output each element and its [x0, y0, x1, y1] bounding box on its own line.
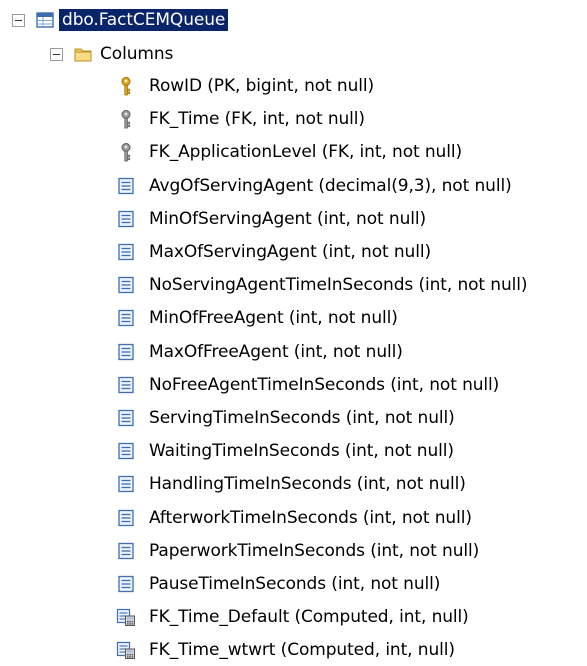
- column-icon: [118, 476, 134, 493]
- column-item[interactable]: RowID (PK, bigint, not null): [116, 70, 377, 102]
- column-icon: [118, 277, 134, 294]
- column-item[interactable]: MinOfServingAgent (int, not null): [116, 203, 429, 235]
- column-icon: [118, 509, 134, 526]
- tree-node-table[interactable]: dbo.FactCEMQueue: [12, 4, 229, 36]
- column-item-label: AfterworkTimeInSeconds (int, not null): [149, 507, 472, 528]
- column-item[interactable]: FK_Time_wtwrt (Computed, int, null): [116, 634, 458, 666]
- object-explorer-tree: dbo.FactCEMQueue Columns RowID (PK, bigi…: [0, 0, 587, 660]
- column-item-label: PaperworkTimeInSeconds (int, not null): [149, 540, 480, 561]
- column-item-label: FK_Time (FK, int, not null): [149, 109, 365, 130]
- column-item[interactable]: FK_Time (FK, int, not null): [116, 103, 368, 135]
- column-item[interactable]: WaitingTimeInSeconds (int, not null): [116, 435, 457, 467]
- column-item-label: NoServingAgentTimeInSeconds (int, not nu…: [149, 275, 528, 296]
- column-item[interactable]: PaperworkTimeInSeconds (int, not null): [116, 535, 482, 567]
- column-item[interactable]: FK_Time_Default (Computed, int, null): [116, 601, 472, 633]
- column-item[interactable]: MaxOfFreeAgent (int, not null): [116, 336, 406, 368]
- column-icon: [118, 210, 134, 227]
- computed-column-icon: [116, 609, 135, 627]
- column-item-label: WaitingTimeInSeconds (int, not null): [149, 441, 454, 462]
- column-item[interactable]: ServingTimeInSeconds (int, not null): [116, 402, 458, 434]
- column-icon: [118, 542, 134, 559]
- column-icon: [118, 443, 134, 460]
- column-icon: [118, 409, 134, 427]
- column-item[interactable]: MaxOfServingAgent (int, not null): [116, 236, 434, 268]
- column-item[interactable]: AvgOfServingAgent (decimal(9,3), not nul…: [116, 170, 515, 202]
- column-item-label: NoFreeAgentTimeInSeconds (int, not null): [149, 374, 500, 395]
- foreign-key-icon: [121, 143, 131, 162]
- primary-key-icon: [121, 77, 131, 96]
- column-item-label: FK_Time_wtwrt (Computed, int, null): [149, 640, 455, 661]
- column-item-label: HandlingTimeInSeconds (int, not null): [149, 474, 466, 495]
- table-node-label: dbo.FactCEMQueue: [59, 9, 229, 31]
- column-item-label: FK_Time_Default (Computed, int, null): [149, 607, 469, 628]
- column-icon: [118, 243, 134, 261]
- column-item[interactable]: PauseTimeInSeconds (int, not null): [116, 568, 443, 600]
- tree-node-columns-folder[interactable]: Columns: [50, 38, 176, 70]
- column-icon: [118, 575, 134, 593]
- column-icon: [118, 343, 134, 360]
- folder-icon: [74, 48, 92, 62]
- column-icon: [118, 376, 134, 393]
- column-icon: [118, 310, 134, 327]
- column-item[interactable]: AfterworkTimeInSeconds (int, not null): [116, 502, 475, 534]
- column-item-label: PauseTimeInSeconds (int, not null): [149, 574, 441, 594]
- column-item-label: MaxOfServingAgent (int, not null): [149, 242, 431, 262]
- column-item-label: FK_ApplicationLevel (FK, int, not null): [149, 142, 462, 163]
- computed-column-icon: [116, 642, 135, 660]
- column-item-label: AvgOfServingAgent (decimal(9,3), not nul…: [149, 175, 512, 196]
- column-item-label: ServingTimeInSeconds (int, not null): [149, 408, 455, 428]
- column-item[interactable]: FK_ApplicationLevel (FK, int, not null): [116, 136, 465, 168]
- foreign-key-icon: [121, 110, 131, 129]
- columns-folder-label: Columns: [100, 44, 174, 64]
- column-icon: [118, 177, 134, 194]
- column-item[interactable]: NoServingAgentTimeInSeconds (int, not nu…: [116, 269, 530, 301]
- column-item[interactable]: MinOfFreeAgent (int, not null): [116, 302, 401, 334]
- column-item-label: MinOfFreeAgent (int, not null): [149, 308, 398, 329]
- column-item-label: MaxOfFreeAgent (int, not null): [149, 341, 403, 362]
- column-item[interactable]: HandlingTimeInSeconds (int, not null): [116, 468, 469, 500]
- column-item-label: RowID (PK, bigint, not null): [149, 76, 375, 96]
- column-item[interactable]: NoFreeAgentTimeInSeconds (int, not null): [116, 369, 502, 401]
- collapse-toggle-columns[interactable]: [50, 47, 63, 61]
- table-icon: [36, 12, 54, 28]
- collapse-toggle-table[interactable]: [12, 13, 25, 27]
- column-item-label: MinOfServingAgent (int, not null): [149, 208, 427, 229]
